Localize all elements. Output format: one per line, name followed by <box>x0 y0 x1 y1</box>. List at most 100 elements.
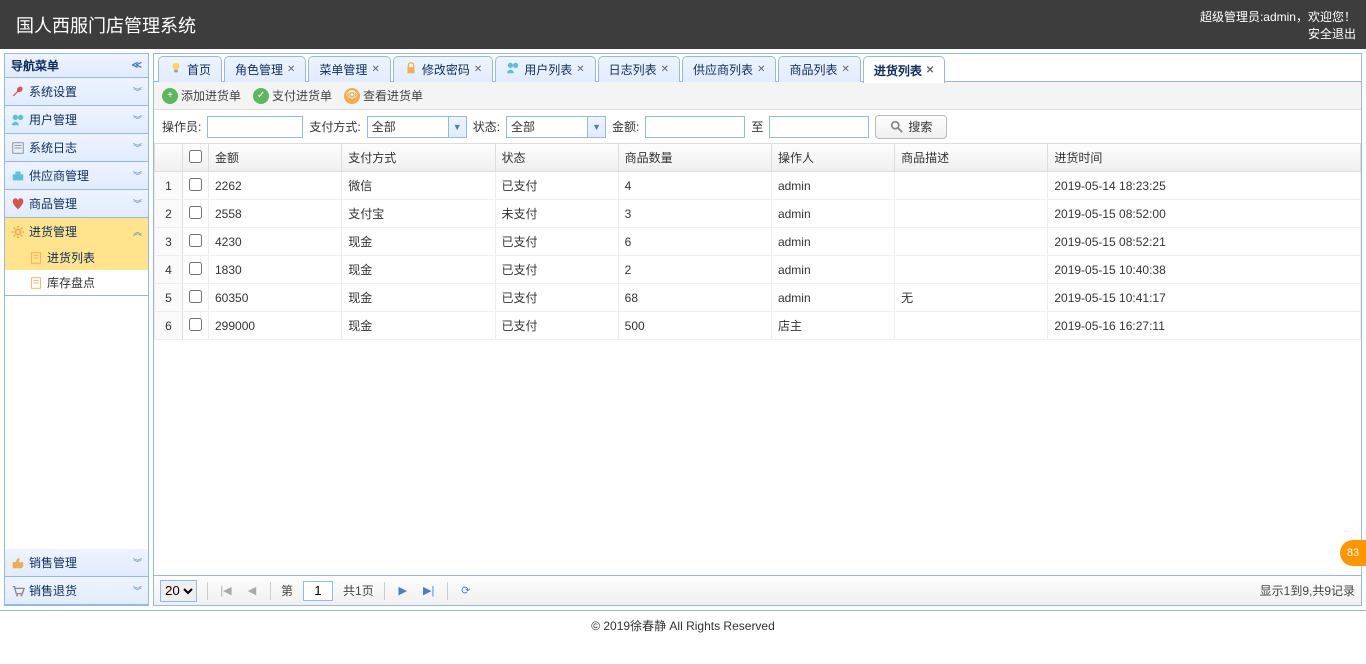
plus-icon: + <box>162 88 178 104</box>
search-bar: 操作员: 支付方式: 全部 ▼ 状态: 全部 ▼ 金额: 至 搜索 <box>154 110 1361 144</box>
amount-from-input[interactable] <box>645 116 745 138</box>
add-purchase-button[interactable]: + 添加进货单 <box>162 87 241 104</box>
amount-to-input[interactable] <box>769 116 869 138</box>
table-row[interactable]: 22558支付宝未支付3admin2019-05-15 08:52:00 <box>155 200 1361 228</box>
prev-page-button[interactable]: ◀ <box>244 584 260 597</box>
last-page-button[interactable]: ▶| <box>421 584 437 597</box>
tab-修改密码[interactable]: 修改密码 ✕ <box>393 56 493 82</box>
eye-icon: 👁 <box>344 88 360 104</box>
chevron-down-icon: ︾ <box>133 556 142 569</box>
sidebar-panel-商品管理[interactable]: 商品管理︾ <box>5 190 148 217</box>
table-row[interactable]: 34230现金已支付6admin2019-05-15 08:52:21 <box>155 228 1361 256</box>
cell-qty: 3 <box>618 200 771 228</box>
pay-purchase-button[interactable]: ✓ 支付进货单 <box>253 87 332 104</box>
sidebar-panel-销售管理[interactable]: 销售管理︾ <box>5 549 148 576</box>
cell-method: 现金 <box>342 228 495 256</box>
close-icon[interactable]: ✕ <box>371 64 379 75</box>
cell-desc <box>895 256 1048 284</box>
tab-角色管理[interactable]: 角色管理 ✕ <box>224 56 306 82</box>
row-checkbox[interactable] <box>189 262 202 275</box>
tab-进货列表[interactable]: 进货列表 ✕ <box>863 56 945 83</box>
view-purchase-button[interactable]: 👁 查看进货单 <box>344 87 423 104</box>
column-header[interactable]: 金额 <box>209 144 342 172</box>
select-all-checkbox[interactable] <box>189 150 202 163</box>
cell-operator: admin <box>771 284 894 312</box>
close-icon[interactable]: ✕ <box>661 64 669 75</box>
close-icon[interactable]: ✕ <box>287 64 295 75</box>
nav-item-进货列表[interactable]: 进货列表 <box>5 245 148 270</box>
page-number-input[interactable] <box>303 581 333 601</box>
cell-method: 现金 <box>342 256 495 284</box>
operator-input[interactable] <box>207 116 303 138</box>
nav-item-库存盘点[interactable]: 库存盘点 <box>5 270 148 295</box>
table-row[interactable]: 41830现金已支付2admin2019-05-15 10:40:38 <box>155 256 1361 284</box>
row-checkbox[interactable] <box>189 206 202 219</box>
tab-商品列表[interactable]: 商品列表 ✕ <box>778 56 860 82</box>
column-header[interactable]: 操作人 <box>771 144 894 172</box>
chevron-down-icon: ▼ <box>448 117 466 137</box>
footer: © 2019徐春静 All Rights Reserved <box>0 610 1366 638</box>
close-icon[interactable]: ✕ <box>474 64 482 75</box>
cell-desc <box>895 172 1048 200</box>
column-header[interactable]: 进货时间 <box>1048 144 1361 172</box>
cell-status: 已支付 <box>495 172 618 200</box>
cell-method: 现金 <box>342 284 495 312</box>
sidebar-panel-用户管理[interactable]: 用户管理︾ <box>5 106 148 133</box>
collapse-sidebar-icon[interactable]: ≪ <box>132 60 142 71</box>
sidebar-panel-系统设置[interactable]: 系统设置︾ <box>5 78 148 105</box>
cell-qty: 68 <box>618 284 771 312</box>
cell-status: 未支付 <box>495 200 618 228</box>
search-button[interactable]: 搜索 <box>875 115 947 139</box>
users-icon <box>506 61 520 78</box>
cell-method: 微信 <box>342 172 495 200</box>
side-badge[interactable]: 83 <box>1340 540 1366 566</box>
sidebar-title: 导航菜单 <box>11 57 59 74</box>
cell-operator: 店主 <box>771 312 894 340</box>
table-row[interactable]: 6299000现金已支付500店主2019-05-16 16:27:11 <box>155 312 1361 340</box>
row-checkbox[interactable] <box>189 234 202 247</box>
pager-info: 显示1到9,共9记录 <box>1260 582 1355 599</box>
column-header[interactable]: 支付方式 <box>342 144 495 172</box>
tab-用户列表[interactable]: 用户列表 ✕ <box>495 56 595 82</box>
sidebar-panel-销售退货[interactable]: 销售退货︾ <box>5 577 148 604</box>
row-checkbox[interactable] <box>189 290 202 303</box>
cell-amount: 60350 <box>209 284 342 312</box>
sidebar-panel-供应商管理[interactable]: 供应商管理︾ <box>5 162 148 189</box>
amount-label: 金额: <box>612 118 639 135</box>
first-page-button[interactable]: |◀ <box>218 584 234 597</box>
logout-link[interactable]: 安全退出 <box>1308 27 1356 41</box>
sidebar-panel-进货管理[interactable]: 进货管理︽ <box>5 218 148 245</box>
close-icon[interactable]: ✕ <box>576 64 584 75</box>
row-checkbox[interactable] <box>189 318 202 331</box>
toolbar: + 添加进货单 ✓ 支付进货单 👁 查看进货单 <box>154 82 1361 110</box>
tab-日志列表[interactable]: 日志列表 ✕ <box>598 56 680 82</box>
tab-菜单管理[interactable]: 菜单管理 ✕ <box>308 56 390 82</box>
search-icon <box>890 120 904 134</box>
table-row[interactable]: 560350现金已支付68admin无2019-05-15 10:41:17 <box>155 284 1361 312</box>
content-area: 首页角色管理 ✕菜单管理 ✕修改密码 ✕用户列表 ✕日志列表 ✕供应商列表 ✕商… <box>153 53 1362 606</box>
tab-bar: 首页角色管理 ✕菜单管理 ✕修改密码 ✕用户列表 ✕日志列表 ✕供应商列表 ✕商… <box>154 54 1361 82</box>
status-select[interactable]: 全部 ▼ <box>506 116 606 138</box>
column-header[interactable]: 商品数量 <box>618 144 771 172</box>
close-icon[interactable]: ✕ <box>841 64 849 75</box>
header-user-area: 超级管理员:admin，欢迎您！ 安全退出 <box>1200 8 1356 42</box>
tab-首页[interactable]: 首页 <box>158 56 222 82</box>
cell-time: 2019-05-15 10:40:38 <box>1048 256 1361 284</box>
refresh-button[interactable]: ⟳ <box>458 584 474 597</box>
cell-time: 2019-05-15 08:52:21 <box>1048 228 1361 256</box>
sidebar-panel-系统日志[interactable]: 系统日志︾ <box>5 134 148 161</box>
checkbox-header <box>183 144 209 172</box>
welcome-user: admin <box>1263 10 1296 24</box>
page-size-select[interactable]: 20 <box>160 580 197 602</box>
column-header[interactable]: 商品描述 <box>895 144 1048 172</box>
table-row[interactable]: 12262微信已支付4admin2019-05-14 18:23:25 <box>155 172 1361 200</box>
close-icon[interactable]: ✕ <box>757 64 765 75</box>
row-checkbox[interactable] <box>189 178 202 191</box>
column-header[interactable]: 状态 <box>495 144 618 172</box>
close-icon[interactable]: ✕ <box>926 65 934 76</box>
row-number: 5 <box>155 284 183 312</box>
tab-供应商列表[interactable]: 供应商列表 ✕ <box>682 56 776 82</box>
next-page-button[interactable]: ▶ <box>395 584 411 597</box>
cell-qty: 4 <box>618 172 771 200</box>
paymethod-select[interactable]: 全部 ▼ <box>367 116 467 138</box>
